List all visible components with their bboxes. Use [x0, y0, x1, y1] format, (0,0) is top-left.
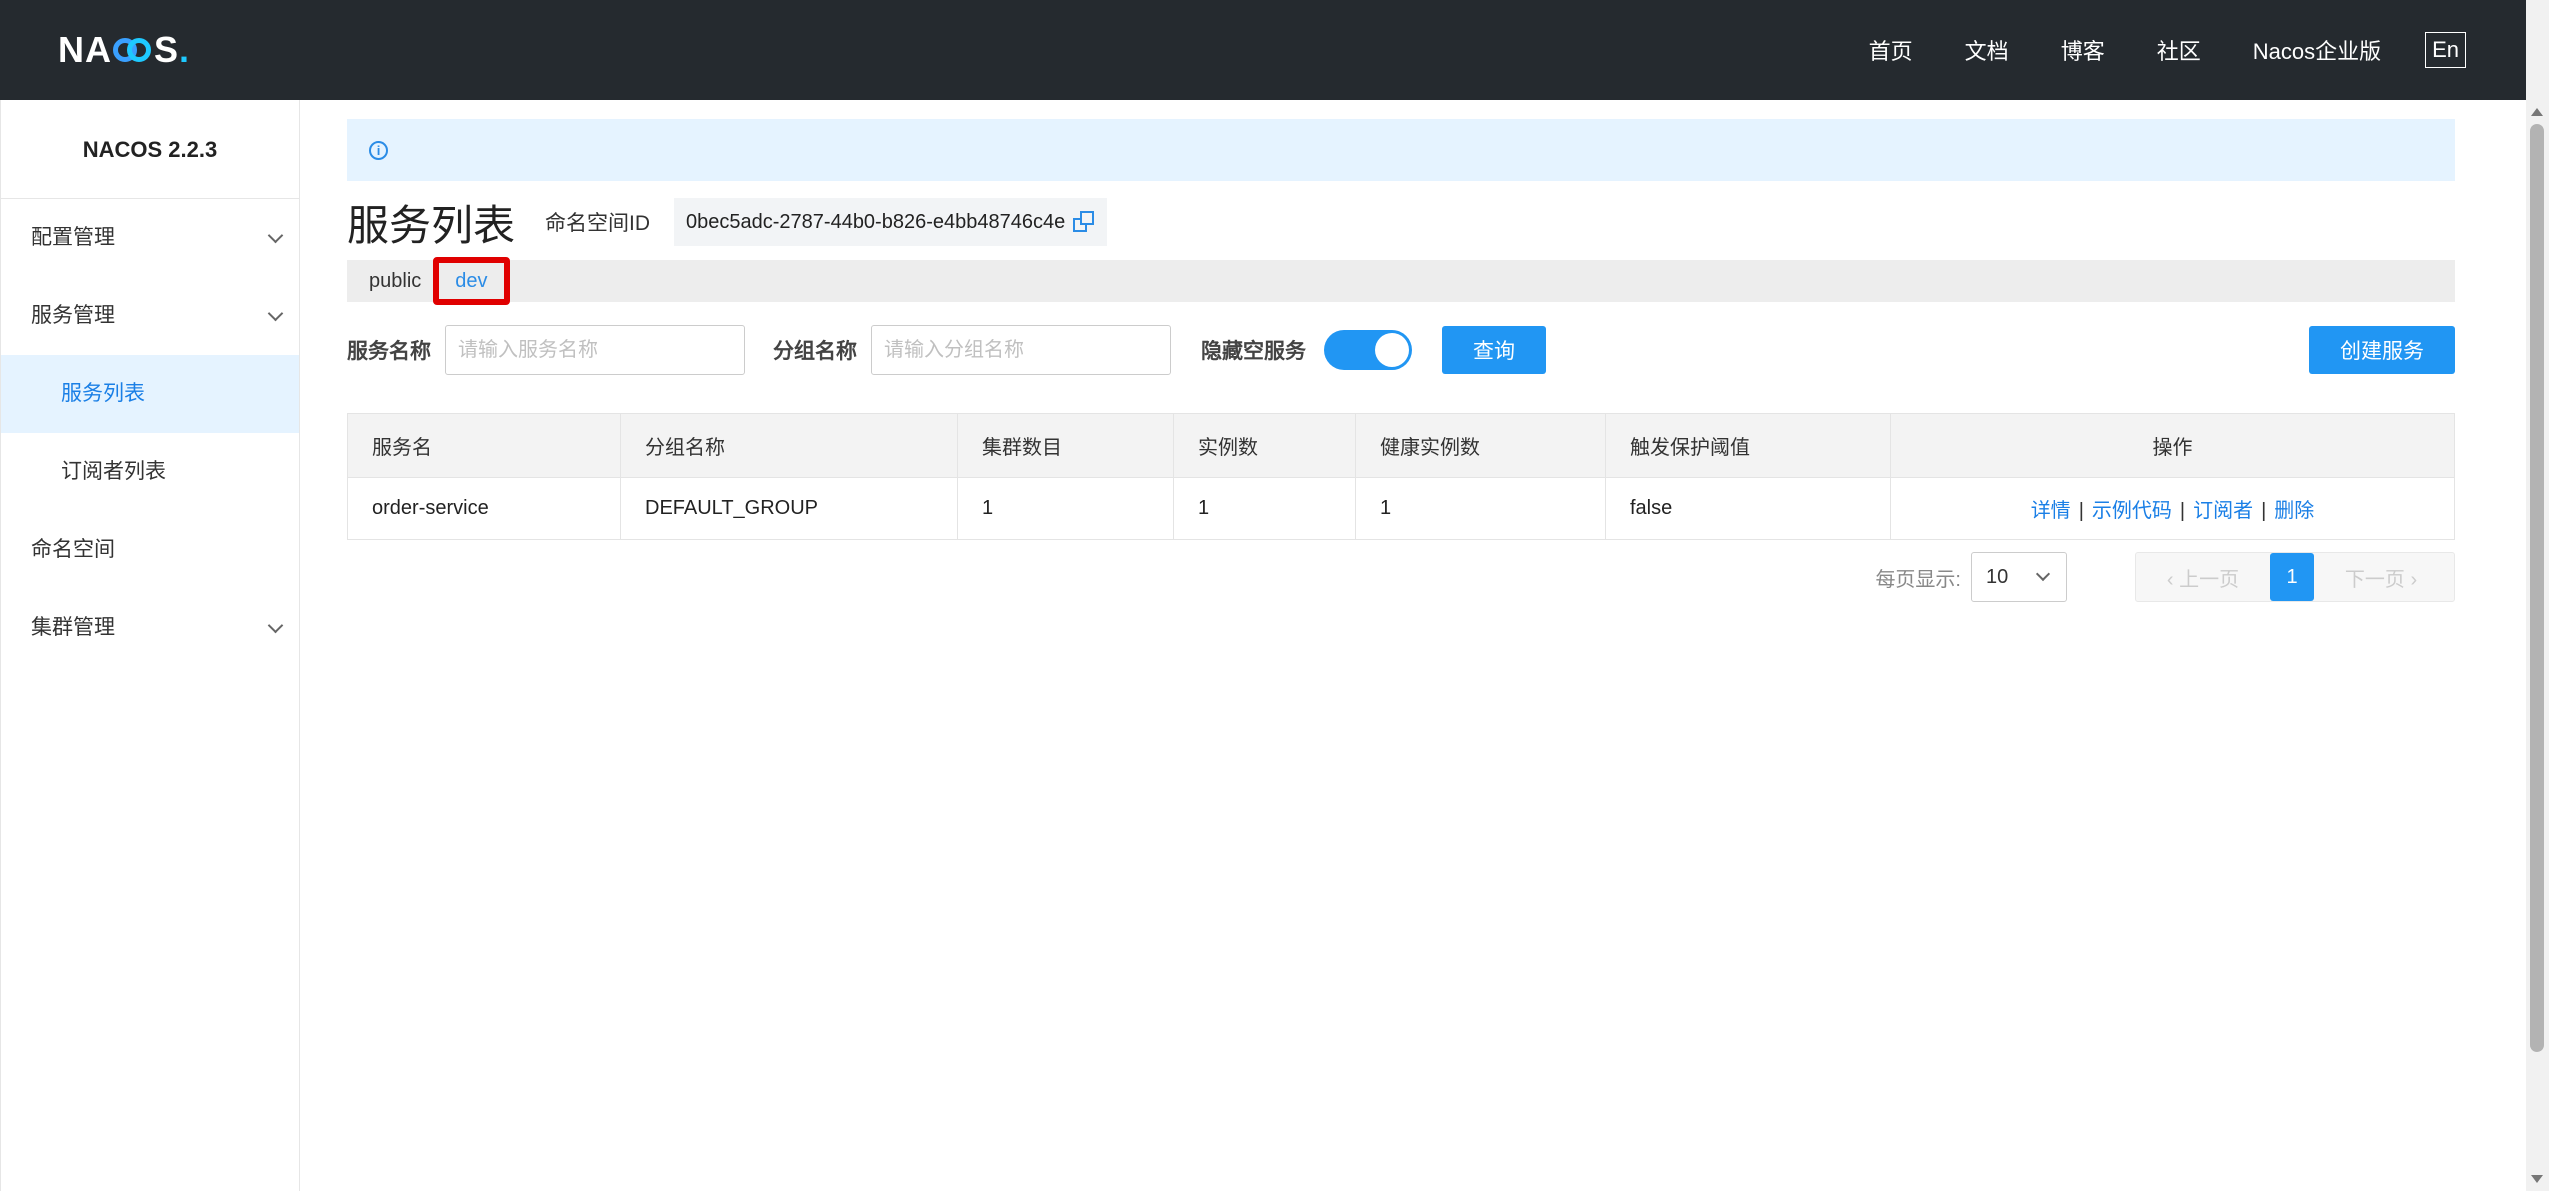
per-page-value: 10 [1986, 565, 2009, 588]
scrollbar-thumb[interactable] [2530, 124, 2544, 1052]
nav-home[interactable]: 首页 [1869, 34, 1913, 66]
namespace-tab-public[interactable]: public [347, 270, 429, 293]
toggle-knob [1375, 333, 1409, 367]
current-page-button[interactable]: 1 [2270, 553, 2314, 601]
copy-icon[interactable] [1073, 211, 1095, 233]
sidebar-item-namespace[interactable]: 命名空间 [1, 511, 299, 589]
service-name-input[interactable] [445, 325, 745, 375]
chevron-down-icon [267, 305, 284, 322]
sidebar-item-subscriber-list[interactable]: 订阅者列表 [1, 433, 299, 511]
per-page-label: 每页显示: [1875, 568, 1961, 591]
logo-text-prefix: NA [58, 29, 112, 70]
table-header-row: 服务名 分组名称 集群数目 实例数 健康实例数 触发保护阈值 操作 [347, 413, 2455, 478]
column-header-service: 服务名 [347, 413, 621, 478]
sidebar-item-service-management[interactable]: 服务管理 [1, 277, 299, 355]
group-name-input[interactable] [871, 325, 1171, 375]
sidebar-item-label: 服务管理 [31, 304, 115, 327]
cell-service: order-service [347, 477, 621, 540]
top-navbar: NA S . 首页 文档 博客 社区 Nacos企业版 En [0, 0, 2526, 100]
sidebar-item-config-management[interactable]: 配置管理 [1, 199, 299, 277]
nav-enterprise[interactable]: Nacos企业版 [2253, 34, 2381, 66]
create-service-button[interactable]: 创建服务 [2309, 326, 2455, 374]
next-page-label: 下一页 [2344, 568, 2405, 591]
cell-healthy: 1 [1355, 477, 1606, 540]
cell-threshold: false [1605, 477, 1891, 540]
namespace-tab-dev[interactable]: dev [433, 257, 510, 305]
sidebar-item-service-list[interactable]: 服务列表 [1, 355, 299, 433]
scroll-down-icon[interactable] [2531, 1175, 2543, 1183]
column-header-clusters: 集群数目 [957, 413, 1174, 478]
page-controls: ‹ 上一页 1 下一页 › [2135, 552, 2455, 602]
cell-clusters: 1 [957, 477, 1174, 540]
hide-empty-label: 隐藏空服务 [1201, 340, 1306, 363]
sidebar: NACOS 2.2.3 配置管理 服务管理 服务列表 订阅者列表 命名空间 集群… [0, 100, 300, 1191]
hide-empty-toggle[interactable] [1324, 330, 1412, 370]
sidebar-item-label: 服务列表 [61, 382, 145, 405]
filter-bar: 服务名称 分组名称 隐藏空服务 查询 创建服务 [347, 324, 2455, 376]
column-header-ops: 操作 [1890, 413, 2455, 478]
page-title: 服务列表 [347, 201, 516, 249]
nav-community[interactable]: 社区 [2157, 34, 2201, 66]
pagination: 每页显示: 10 ‹ 上一页 1 下一页 › [1875, 552, 2455, 602]
subscribers-link[interactable]: 订阅者 [2193, 500, 2253, 522]
cell-instances: 1 [1173, 477, 1356, 540]
nav-blog[interactable]: 博客 [2061, 34, 2105, 66]
logo-rings-icon [113, 36, 153, 64]
column-header-threshold: 触发保护阈值 [1605, 413, 1891, 478]
op-separator: | [2261, 500, 2267, 522]
sidebar-item-label: 配置管理 [31, 226, 115, 249]
column-header-group: 分组名称 [620, 413, 958, 478]
nacos-logo[interactable]: NA S . [58, 28, 190, 72]
scroll-up-icon[interactable] [2531, 108, 2543, 116]
prev-page-button[interactable]: ‹ 上一页 [2136, 563, 2270, 592]
info-notice-bar: i [347, 119, 2455, 181]
namespace-id-label: 命名空间ID [545, 212, 651, 235]
sidebar-item-cluster-management[interactable]: 集群管理 [1, 589, 299, 667]
language-switch-button[interactable]: En [2425, 32, 2466, 68]
per-page-select[interactable]: 10 [1971, 552, 2067, 602]
sidebar-version-title: NACOS 2.2.3 [1, 100, 299, 199]
column-header-healthy: 健康实例数 [1355, 413, 1606, 478]
prev-page-label: 上一页 [2179, 568, 2240, 591]
namespace-id-box: 0bec5adc-2787-44b0-b826-e4bb48746c4e [674, 198, 1108, 246]
nav-docs[interactable]: 文档 [1965, 34, 2009, 66]
sidebar-item-label: 命名空间 [31, 538, 115, 561]
info-icon: i [369, 141, 388, 160]
chevron-down-icon [267, 227, 284, 244]
chevron-down-icon [2035, 566, 2051, 582]
sidebar-item-label: 集群管理 [31, 616, 115, 639]
op-separator: | [2078, 500, 2084, 522]
service-name-label: 服务名称 [347, 340, 431, 363]
op-separator: | [2179, 500, 2186, 522]
delete-link[interactable]: 删除 [2274, 500, 2314, 522]
detail-link[interactable]: 详情 [2031, 500, 2071, 522]
namespace-id-value: 0bec5adc-2787-44b0-b826-e4bb48746c4e [686, 210, 1066, 233]
chevron-down-icon [267, 617, 284, 634]
next-page-button[interactable]: 下一页 › [2314, 563, 2448, 592]
column-header-instances: 实例数 [1173, 413, 1356, 478]
page-header: 服务列表 命名空间ID 0bec5adc-2787-44b0-b826-e4bb… [347, 192, 1108, 252]
logo-text-suffix: S [154, 29, 180, 70]
sidebar-item-label: 订阅者列表 [61, 460, 166, 483]
group-name-label: 分组名称 [773, 340, 857, 363]
table-row: order-service DEFAULT_GROUP 1 1 1 false … [347, 477, 2455, 540]
top-nav: 首页 文档 博客 社区 Nacos企业版 En [1817, 0, 2466, 100]
namespace-tabs: public dev [347, 257, 2455, 305]
logo-dot: . [179, 29, 191, 70]
cell-ops: 详情 | 示例代码 | 订阅者 | 删除 [1890, 477, 2455, 540]
cell-group: DEFAULT_GROUP [620, 477, 958, 540]
service-table: 服务名 分组名称 集群数目 实例数 健康实例数 触发保护阈值 操作 order-… [347, 413, 2455, 540]
vertical-scrollbar[interactable] [2526, 0, 2549, 1191]
query-button[interactable]: 查询 [1442, 326, 1546, 374]
sample-code-link[interactable]: 示例代码 [2092, 500, 2172, 522]
